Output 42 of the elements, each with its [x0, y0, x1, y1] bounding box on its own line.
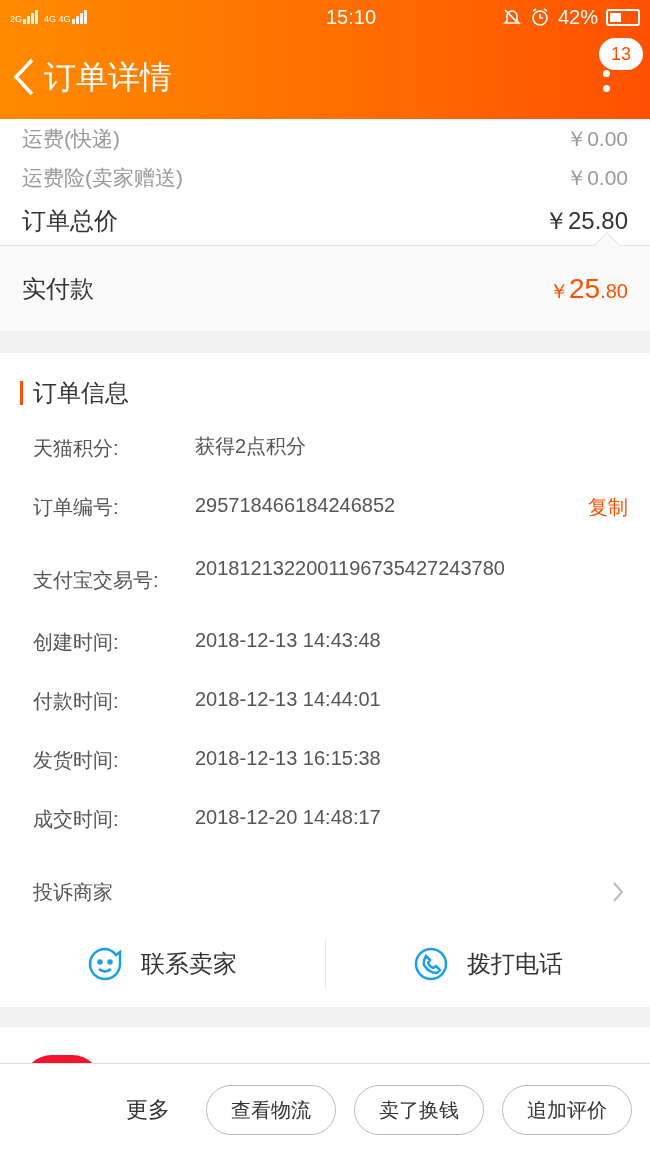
bell-muted-icon — [501, 7, 522, 27]
info-value: 2018121322001196735427243780 — [195, 556, 506, 581]
contact-button[interactable]: 联系卖家 — [0, 939, 325, 989]
action-button[interactable]: 查看物流 — [206, 1084, 336, 1135]
info-label: 支付宝交易号: — [33, 568, 160, 593]
action-button[interactable]: 追加评价 — [502, 1084, 632, 1135]
alarm-icon — [529, 7, 550, 27]
price-value: ￥0.00 — [566, 125, 628, 152]
info-label: 付款时间: — [33, 689, 120, 714]
info-label: 发货时间: — [33, 748, 120, 773]
price-label: 订单总价 — [22, 206, 118, 236]
smiley-chat-icon — [87, 946, 124, 982]
complaint-label: 投诉商家 — [33, 880, 113, 905]
battery-percent: 42% — [557, 5, 598, 30]
price-label: 运费(快递) — [22, 125, 120, 152]
more-menu-icon[interactable] — [601, 70, 611, 92]
info-label: 天猫积分: — [33, 436, 120, 461]
info-value: 2018-12-13 14:44:01 — [195, 687, 382, 712]
info-label: 创建时间: — [33, 630, 120, 655]
paid-amount: ￥25.80 — [549, 271, 628, 306]
phone-icon — [412, 946, 449, 982]
paid-label: 实付款 — [22, 273, 94, 304]
info-value: 获得2点积分 — [195, 434, 308, 459]
clock-time: 15:10 — [324, 5, 377, 30]
action-button[interactable]: 卖了换钱 — [354, 1084, 484, 1135]
price-label: 运费险(卖家赠送) — [22, 164, 183, 191]
complaint-row[interactable]: 投诉商家 — [0, 863, 650, 921]
chevron-right-icon — [612, 881, 624, 903]
contact-button[interactable]: 拨打电话 — [324, 939, 650, 989]
info-value: 295718466184246852 — [195, 493, 397, 518]
info-value: 2018-12-13 14:43:48 — [195, 628, 382, 653]
info-label: 成交时间: — [33, 807, 120, 832]
info-value: 2018-12-20 14:48:17 — [195, 805, 382, 830]
notification-badge: 13 — [599, 38, 643, 70]
more-link[interactable]: 更多 — [126, 1093, 170, 1126]
info-value: 2018-12-13 16:15:38 — [195, 746, 382, 771]
price-value: ￥0.00 — [566, 164, 628, 191]
price-value: ￥25.80 — [543, 206, 628, 236]
info-label: 订单编号: — [33, 495, 120, 520]
section-title: 订单信息 — [33, 378, 129, 408]
battery-icon — [606, 8, 640, 26]
page-title: 订单详情 — [44, 57, 172, 97]
